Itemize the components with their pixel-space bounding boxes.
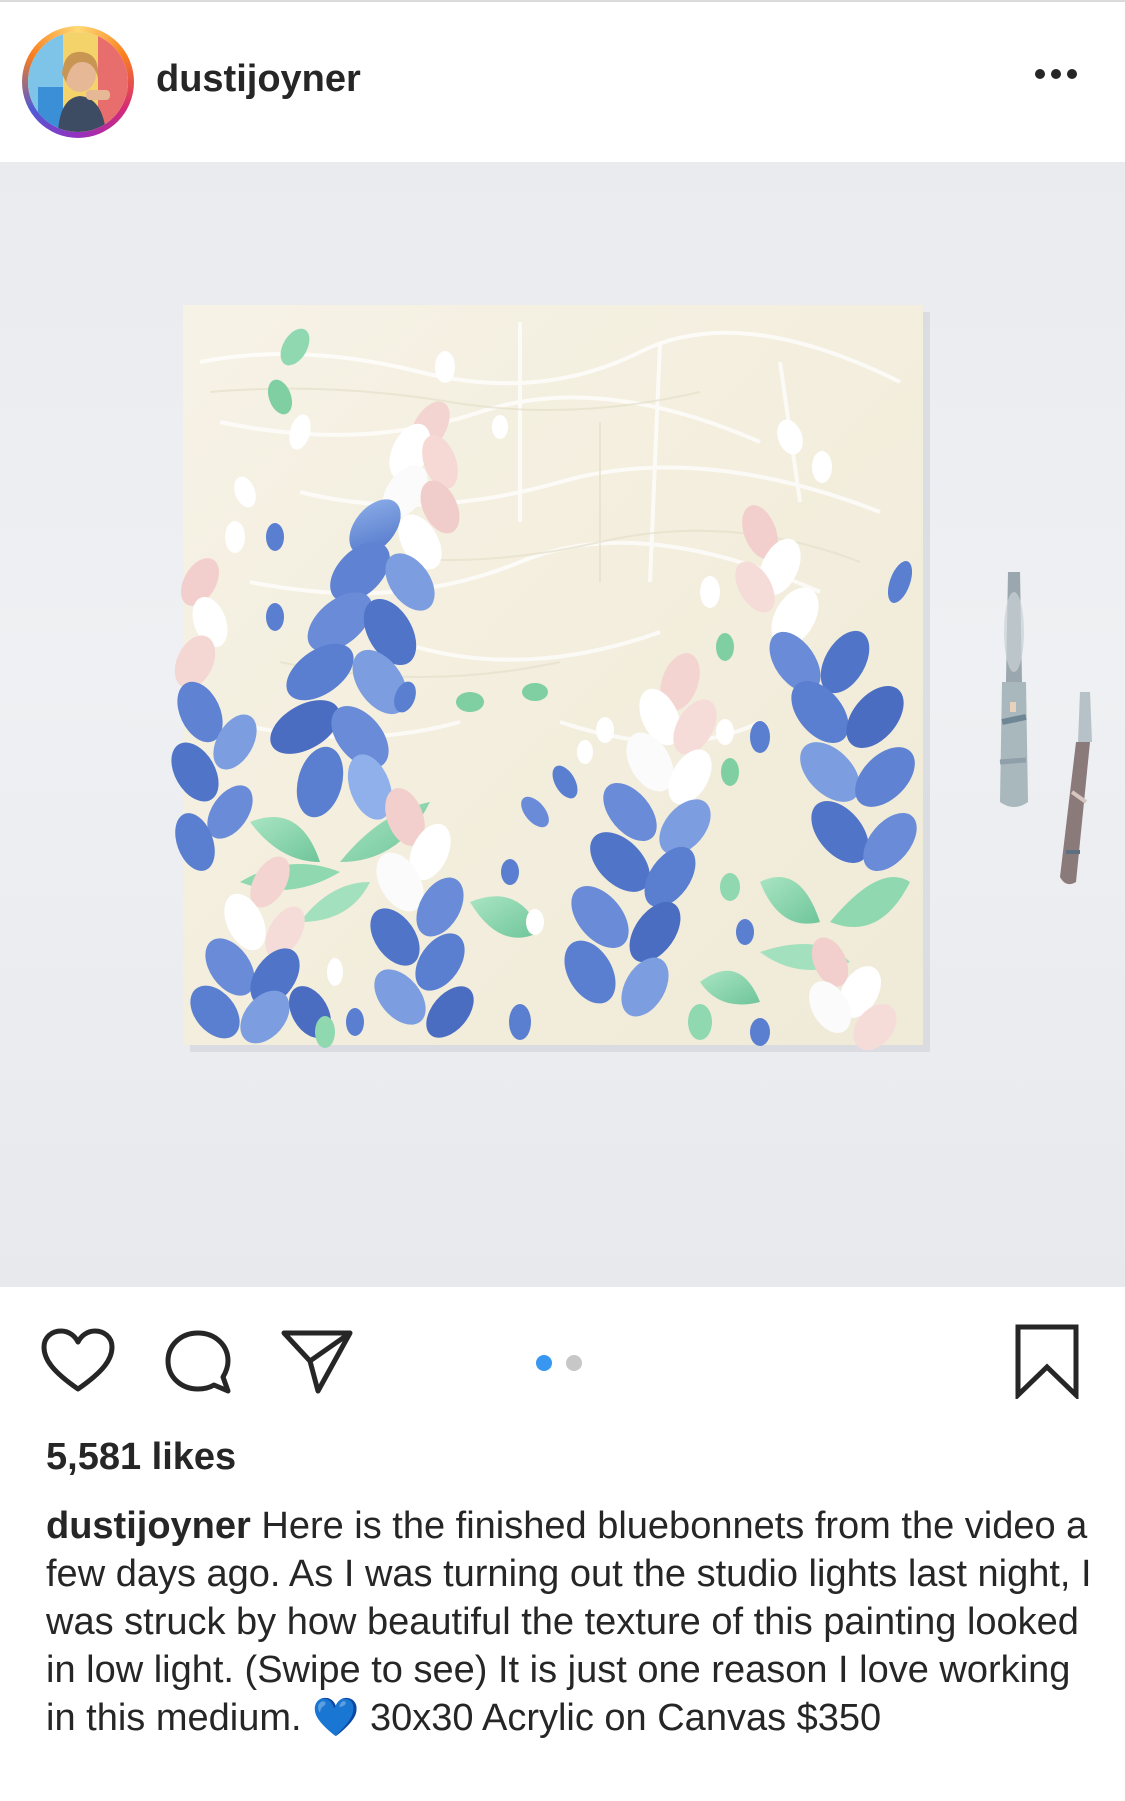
comment-bubble-icon <box>165 1330 231 1394</box>
heart-outline-icon <box>41 1328 115 1392</box>
post-username[interactable]: dustijoyner <box>156 58 361 101</box>
carousel-dot[interactable] <box>566 1355 582 1371</box>
more-options-button[interactable] <box>1030 62 1086 102</box>
carousel-dot-active <box>536 1355 552 1371</box>
post-header: dustijoyner <box>0 2 1125 162</box>
caption-username[interactable]: dustijoyner <box>46 1505 251 1547</box>
comment-button[interactable] <box>162 1327 234 1399</box>
save-button[interactable] <box>1012 1323 1082 1401</box>
bookmark-outline-icon <box>1015 1324 1079 1401</box>
avatar-story-ring[interactable] <box>22 26 134 138</box>
carousel-indicator <box>536 1355 590 1371</box>
post-actions <box>0 1287 1125 1447</box>
post-media[interactable] <box>0 162 1125 1287</box>
share-button[interactable] <box>280 1327 354 1395</box>
caption-price-text: 30x30 Acrylic on Canvas $350 <box>359 1697 882 1739</box>
post-caption: dustijoyner Here is the finished bluebon… <box>46 1502 1096 1742</box>
avatar-photo <box>28 32 128 132</box>
avatar[interactable] <box>28 32 128 132</box>
likes-count[interactable]: 5,581 likes <box>46 1436 236 1479</box>
blue-heart-icon: 💙 <box>312 1697 360 1739</box>
painting-photo <box>171 305 1092 1052</box>
paper-plane-icon <box>281 1330 353 1394</box>
more-horizontal-icon <box>1035 69 1077 79</box>
like-button[interactable] <box>40 1327 116 1395</box>
